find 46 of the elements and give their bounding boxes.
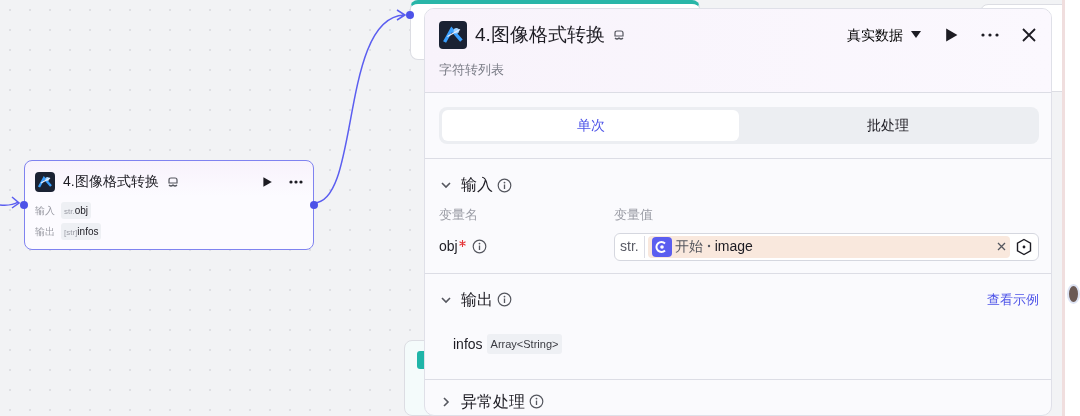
panel-subtitle: 字符转列表 [439, 60, 505, 79]
panel-title: 4.图像格式转换 [475, 23, 605, 47]
port-dot [406, 11, 414, 19]
more-button[interactable] [981, 33, 999, 38]
port-dot [20, 201, 28, 209]
section-title: 输入 [461, 175, 493, 195]
logo-icon [35, 171, 55, 192]
more-icon[interactable] [289, 179, 303, 184]
clear-icon[interactable] [997, 242, 1006, 251]
run-button[interactable] [943, 27, 959, 44]
variable-icon[interactable] [1015, 237, 1033, 256]
play-icon[interactable] [261, 175, 273, 188]
more-icon [981, 33, 999, 38]
column-header: 变量值 [614, 206, 653, 224]
section-title: 输出 [461, 289, 493, 310]
detach-icon [166, 175, 179, 188]
port-label: 输出 [35, 225, 56, 239]
info-icon [497, 177, 512, 193]
output-name: infos [453, 334, 483, 354]
mode-tab[interactable]: 单次 [442, 110, 739, 141]
variable-field[interactable]: str. 开始 image [614, 232, 1039, 261]
info-icon [471, 239, 487, 254]
column-header: 变量名 [439, 206, 479, 224]
logo-icon [439, 21, 467, 50]
port-dot [310, 201, 318, 209]
close-button[interactable] [1021, 27, 1037, 44]
data-source-dropdown[interactable]: 真实数据 [847, 24, 921, 46]
type-tag: Array<String> [486, 333, 563, 355]
node-title: 4.图像格式转换 [63, 172, 159, 191]
variable-reference: 开始 image [674, 237, 753, 256]
info-icon [497, 292, 512, 307]
param-name: obj [439, 237, 458, 256]
port-label: 输入 [35, 204, 56, 218]
section-title: 异常处理 [461, 391, 525, 412]
connector-line [0, 196, 20, 210]
mode-tab[interactable]: 批处理 [739, 110, 1036, 141]
close-icon [1021, 27, 1037, 44]
view-example-link[interactable]: 查看示例 [987, 289, 1039, 310]
play-icon [943, 27, 959, 44]
port-tag: [str]infos [61, 223, 102, 240]
caret-icon [911, 31, 921, 40]
port-tag: str.obj [61, 202, 92, 219]
detach-icon [612, 29, 625, 42]
node-card[interactable]: 4.图像格式转换 输入 str.obj 输出 [str]infos [24, 160, 314, 250]
info-icon [529, 394, 544, 409]
source-node-icon [651, 236, 672, 257]
